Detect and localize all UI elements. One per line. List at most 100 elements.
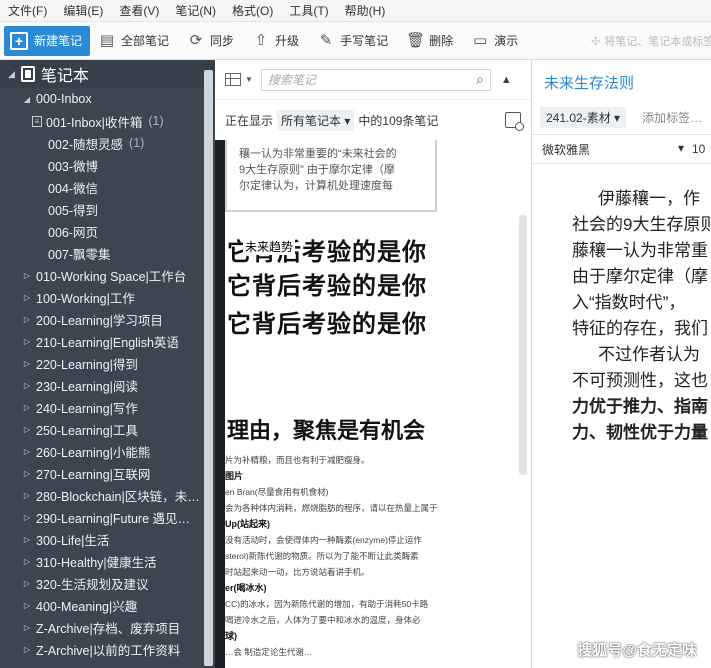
collapsed-arrow-icon[interactable]: ▷ [22, 315, 32, 324]
sidebar-item[interactable]: ▷ Z-Archive|存档、废弃项目 [0, 616, 215, 638]
preview-line: 没有活动时，会使得体内一种酶素(enzyme)停止运作 [225, 535, 422, 545]
collapsed-arrow-icon[interactable]: ▷ [22, 403, 32, 412]
present-button[interactable]: ▭ 演示 [471, 32, 518, 50]
note-body[interactable]: 伊藤穰一，作 社会的9大生存原则 藤穰一认为非常重 由于摩尔定律（摩 入“指数时代”，… [532, 164, 711, 446]
menu-help[interactable]: 帮助(H) [345, 2, 386, 19]
expanded-arrow-icon[interactable]: ◢ [22, 95, 32, 104]
collapsed-arrow-icon[interactable]: ▷ [22, 425, 32, 434]
sidebar-item[interactable]: ▷ 290-Learning|Future 遇见… [0, 506, 215, 528]
sync-icon: ⟳ [189, 31, 203, 49]
showing-label: 正在显示 [225, 113, 274, 128]
notebook-filter-dropdown[interactable]: 所有笔记本 ▾ [277, 109, 355, 131]
sidebar-item-label: 290-Learning|Future 遇见… [36, 511, 191, 526]
sidebar-item[interactable]: ▷ 220-Learning|得到 [0, 352, 215, 374]
preview-line: 会为各种体内消耗，燃烧脂肪的程序，请以在热量上属于 [225, 503, 437, 513]
new-note-button[interactable]: + 新建笔记 [4, 25, 91, 56]
menu-bar: 文件(F) 编辑(E) 查看(V) 笔记(N) 格式(O) 工具(T) 帮助(H… [0, 0, 711, 22]
menu-note[interactable]: 笔记(N) [175, 2, 216, 19]
global-search-input[interactable]: ✣ 将笔记、笔记本或标签… [591, 31, 711, 51]
sidebar-item[interactable]: ▷ 320-生活规划及建议 [0, 572, 215, 594]
collapse-icon[interactable]: ◢ [8, 69, 15, 80]
note-list-toolbar: ▼ 搜索笔记 ⌕ ▲ [215, 60, 531, 100]
sidebar-item[interactable]: 005-得到 [0, 198, 215, 220]
delete-button[interactable]: 🗑 删除 [406, 32, 453, 50]
sidebar-item[interactable]: 006-网页 [0, 220, 215, 242]
stack-icon[interactable]: ≡ [32, 115, 42, 127]
body-line-text: 不过作者认为 [598, 345, 700, 364]
sidebar-item[interactable]: ▷ 100-Working|工作 [0, 286, 215, 308]
search-scope-icon[interactable] [505, 112, 524, 131]
collapsed-arrow-icon[interactable]: ▷ [22, 337, 32, 346]
sidebar-scrollbar[interactable] [204, 70, 213, 666]
sidebar-item[interactable]: ▷ 200-Learning|学习项目 [0, 308, 215, 330]
notebook-select[interactable]: 241.02-素材 ▾ [540, 106, 627, 128]
collapsed-arrow-icon[interactable]: ▷ [22, 579, 32, 588]
preview-line: sterol)新陈代谢的物质。所以为了能不断让此类酶素 [225, 551, 419, 561]
font-size-select[interactable]: 10 [692, 142, 705, 156]
collapsed-arrow-icon[interactable]: ▷ [22, 359, 32, 368]
collapsed-arrow-icon[interactable]: ▷ [22, 557, 32, 566]
sidebar-item[interactable]: ▷ 280-Blockchain|区块链，未… [0, 484, 215, 506]
collapsed-arrow-icon[interactable]: ▷ [22, 601, 32, 610]
menu-view[interactable]: 查看(V) [119, 2, 159, 19]
collapsed-arrow-icon[interactable]: ▷ [22, 447, 32, 456]
note-title[interactable]: 未来生存法则 [532, 60, 711, 104]
body-line: 藤穰一认为非常重 [572, 238, 711, 264]
global-search-placeholder: 将笔记、笔记本或标签… [604, 36, 711, 48]
sidebar-item[interactable]: ▷ Z-Archive|以前的工作资料 [0, 638, 215, 660]
sidebar-item[interactable]: 007-飘零集 [0, 242, 215, 264]
collapsed-arrow-icon[interactable]: ▷ [22, 513, 32, 522]
collapsed-arrow-icon[interactable]: ▷ [22, 491, 32, 500]
sidebar-item[interactable]: ≡ 001-Inbox|收件箱 (1) [0, 110, 215, 132]
sidebar-item[interactable]: ▷ 240-Learning|写作 [0, 396, 215, 418]
sidebar-item-label: Z-Archive|以前的工作资料 [36, 643, 181, 658]
delete-label: 删除 [429, 34, 454, 48]
sidebar-item-label: 007-飘零集 [48, 247, 111, 262]
add-tag-input[interactable]: 添加标签… [642, 109, 702, 126]
sidebar-item[interactable]: ▷ 310-Healthy|健康生活 [0, 550, 215, 572]
sidebar-item[interactable]: ▷ 270-Learning|互联网 [0, 462, 215, 484]
sidebar-item-label: 010-Working Space|工作台 [36, 269, 187, 284]
sidebar-item[interactable]: 002-随想灵感 (1) [0, 132, 215, 154]
sidebar-item[interactable]: ▷ 260-Learning|小能熊 [0, 440, 215, 462]
menu-edit[interactable]: 编辑(E) [63, 2, 103, 19]
chevron-up-icon[interactable]: ▲ [501, 74, 512, 86]
sidebar-item[interactable]: ▷ 010-Working Space|工作台 [0, 264, 215, 286]
body-line: 不可预测性，这也 [572, 368, 711, 394]
sidebar-item[interactable]: ▷ 400-Meaning|兴趣 [0, 594, 215, 616]
upgrade-button[interactable]: ⇧ 升级 [252, 32, 299, 50]
notebook-select-label: 241.02-素材 [546, 110, 611, 125]
sidebar-item[interactable]: ◢ 000-Inbox [0, 88, 215, 110]
view-grid-icon[interactable] [225, 73, 241, 86]
collapsed-arrow-icon[interactable]: ▷ [22, 535, 32, 544]
sidebar-item[interactable]: ▷ 300-Life|生活 [0, 528, 215, 550]
font-family-select[interactable]: 微软雅黑 ▾ [542, 141, 688, 158]
collapsed-arrow-icon[interactable]: ▷ [22, 645, 32, 654]
handwrite-button[interactable]: ✎ 手写笔记 [317, 32, 388, 50]
sidebar-item[interactable]: ▷ 250-Learning|工具 [0, 418, 215, 440]
note-list-info: 正在显示 所有笔记本 ▾ 中的109条笔记 [215, 100, 531, 140]
chevron-down-icon[interactable]: ▼ [245, 75, 253, 84]
body-line-text: 特征的存在，我们 [572, 319, 708, 338]
sidebar-item[interactable]: 003-微博 [0, 154, 215, 176]
note-card-snippet[interactable]: 穰一认为非常重要的“未来社会的 9大生存原则” 由于摩尔定律（摩 尔定律认为，计… [225, 140, 437, 212]
menu-tools[interactable]: 工具(T) [289, 2, 328, 19]
all-notes-button[interactable]: ▤ 全部笔记 [98, 32, 169, 50]
sidebar-item[interactable]: ▷ 230-Learning|阅读 [0, 374, 215, 396]
sync-button[interactable]: ⟳ 同步 [187, 32, 234, 50]
sidebar-item[interactable]: 004-微信 [0, 176, 215, 198]
sidebar-item-label: 250-Learning|工具 [36, 423, 138, 438]
collapsed-arrow-icon[interactable]: ▷ [22, 381, 32, 390]
collapsed-arrow-icon[interactable]: ▷ [22, 293, 32, 302]
collapsed-arrow-icon[interactable]: ▷ [22, 469, 32, 478]
menu-format[interactable]: 格式(O) [232, 2, 273, 19]
search-icon[interactable]: ⌕ [476, 71, 484, 88]
collapsed-arrow-icon[interactable]: ▷ [22, 623, 32, 632]
sidebar-item[interactable]: ▷ 210-Learning|English英语 [0, 330, 215, 352]
menu-file[interactable]: 文件(F) [8, 2, 47, 19]
sidebar-item-count: (1) [129, 136, 145, 150]
collapsed-arrow-icon[interactable]: ▷ [22, 271, 32, 280]
note-list-scrollbar[interactable] [519, 215, 527, 475]
sidebar-header-notebooks[interactable]: ◢ 笔记本 [0, 60, 215, 88]
note-search-input[interactable]: 搜索笔记 ⌕ [260, 68, 491, 91]
